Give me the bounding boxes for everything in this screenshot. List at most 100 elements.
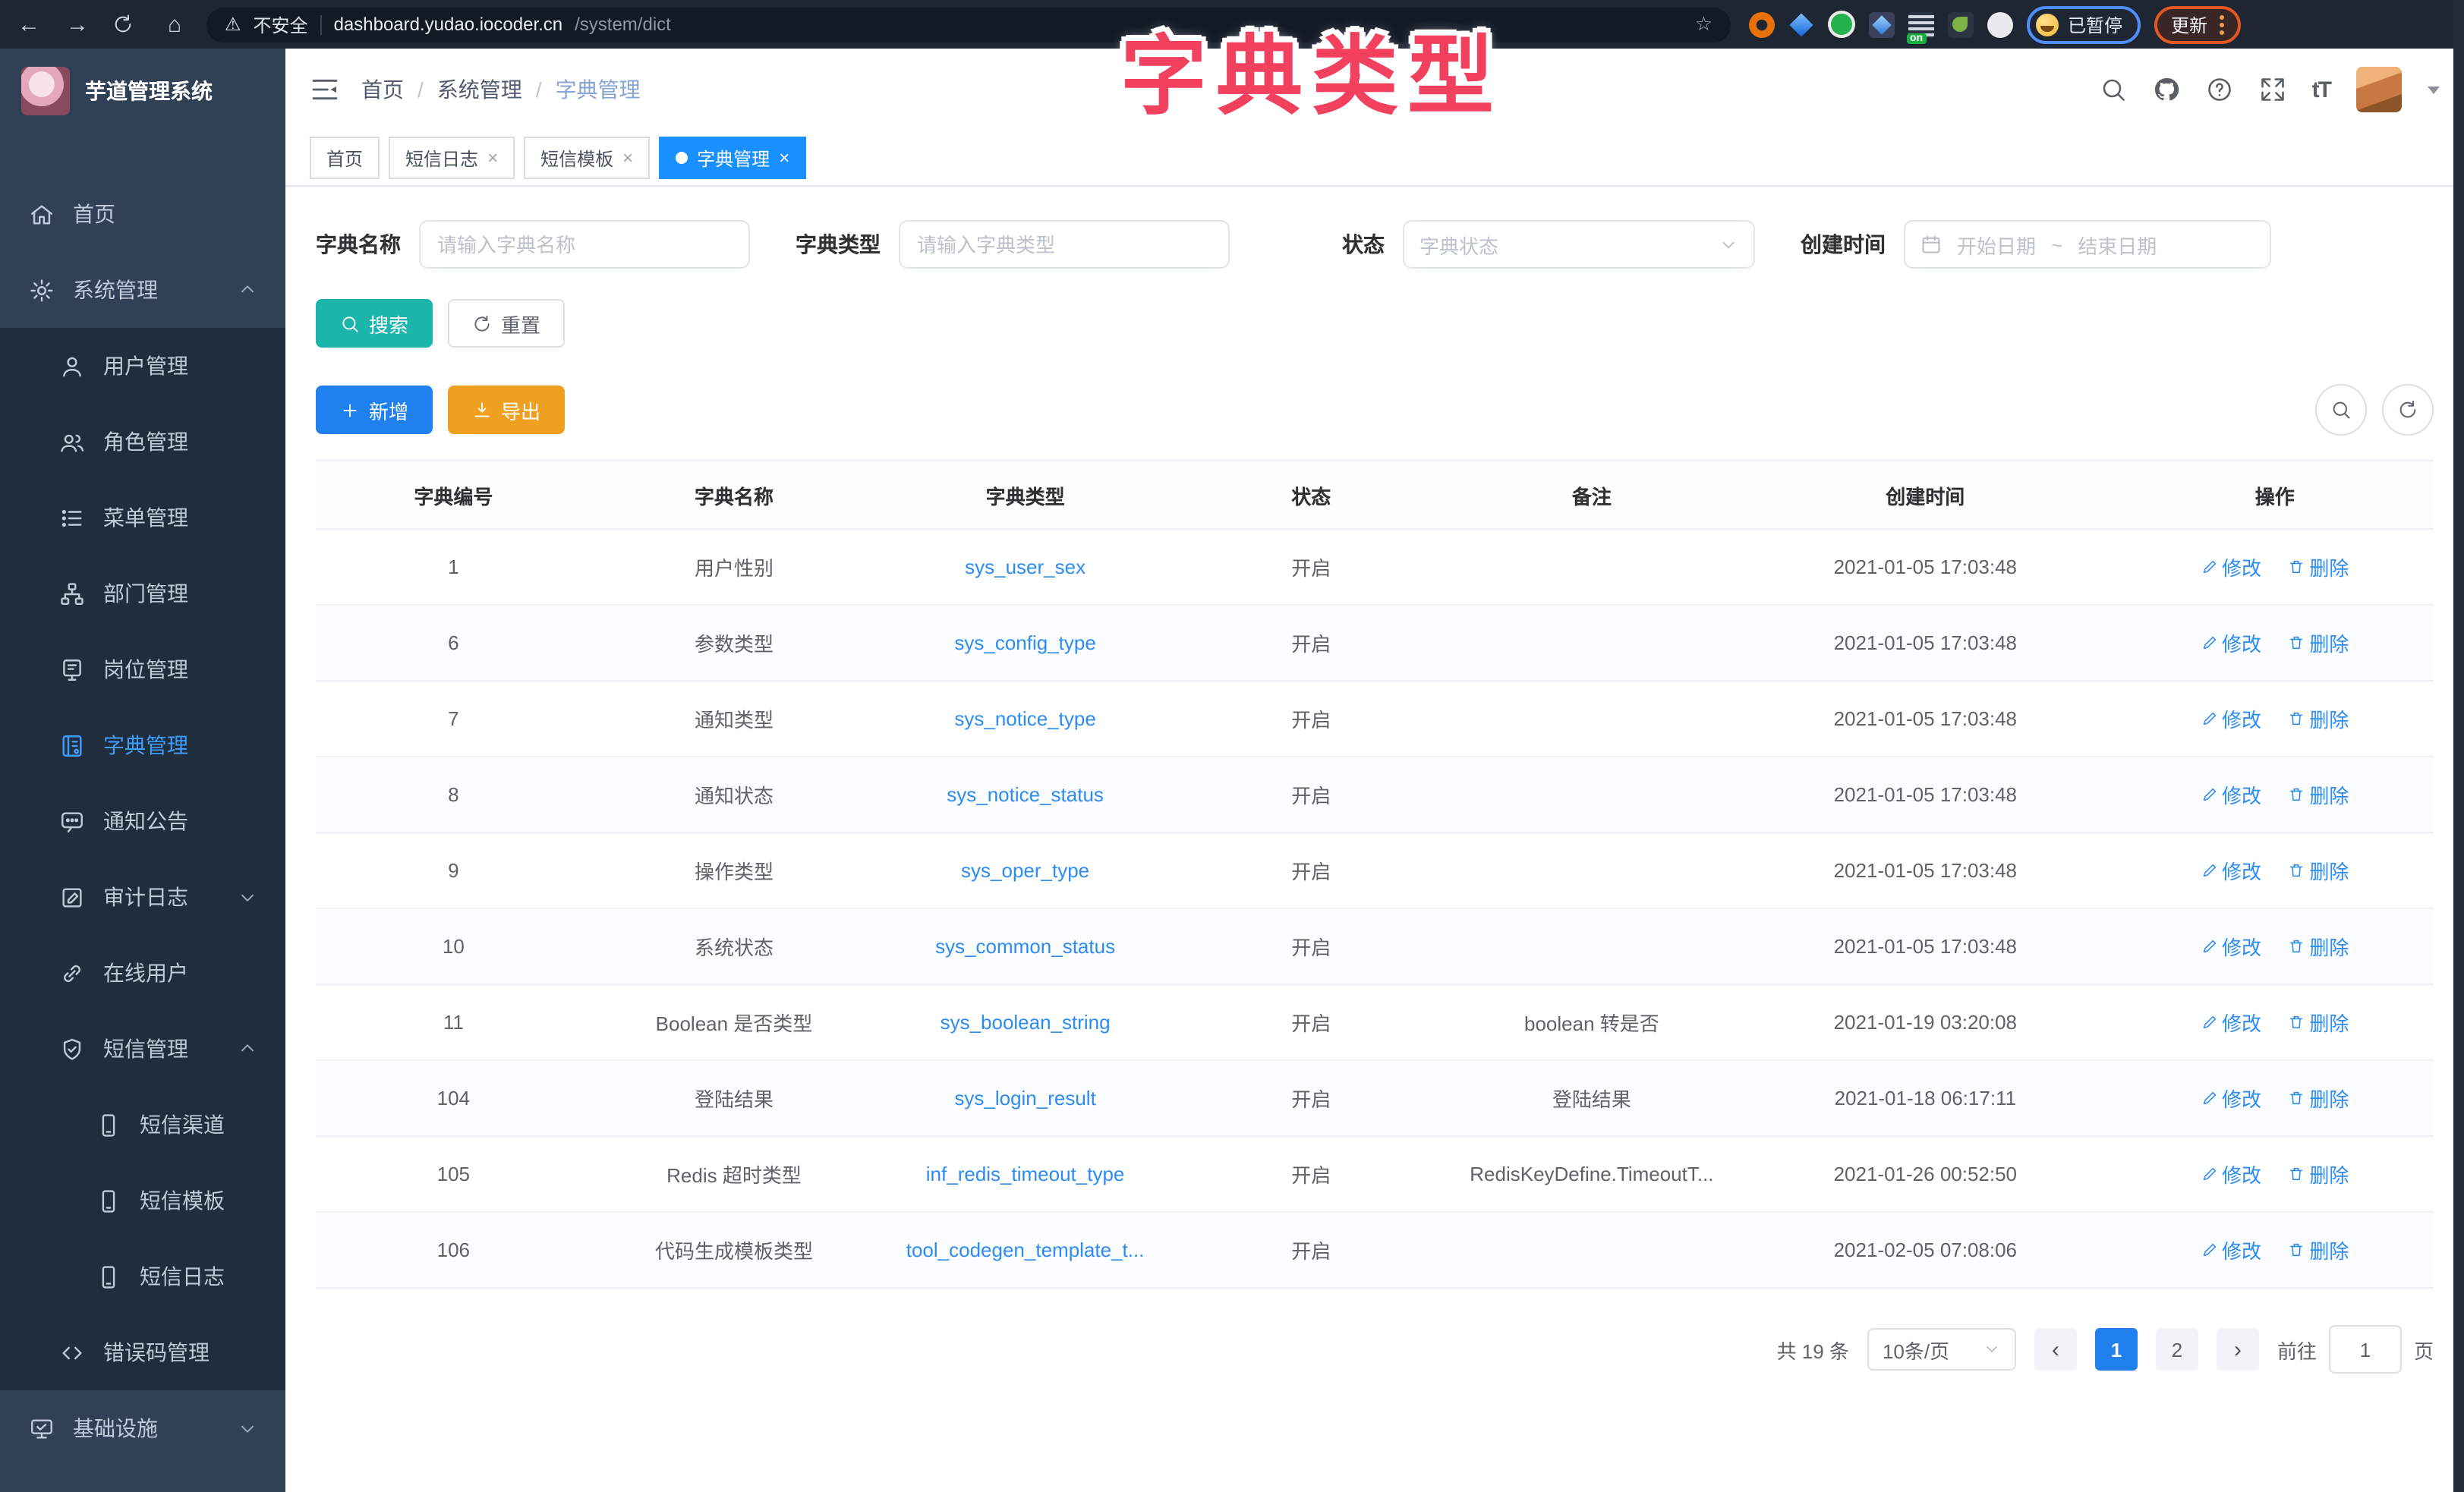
search-button[interactable]: 搜索 — [316, 299, 433, 348]
goto-page-input[interactable] — [2329, 1325, 2402, 1374]
search-icon[interactable] — [2100, 76, 2127, 103]
edit-link[interactable]: 修改 — [2201, 1160, 2261, 1188]
tab-dict-active[interactable]: 字典管理 × — [659, 137, 806, 179]
dict-type-link[interactable]: sys_user_sex — [877, 529, 1174, 605]
delete-link[interactable]: 删除 — [2288, 1084, 2349, 1113]
font-size-icon[interactable]: tT — [2312, 77, 2330, 102]
browser-home-icon[interactable]: ⌂ — [161, 11, 188, 37]
table-row: 104 登陆结果 sys_login_result 开启 登陆结果 2021-0… — [316, 1060, 2434, 1136]
close-icon[interactable]: × — [622, 147, 633, 168]
next-page-button[interactable]: › — [2217, 1328, 2259, 1371]
extension-puzzle-icon[interactable] — [1987, 11, 2013, 37]
edit-link[interactable]: 修改 — [2201, 704, 2261, 733]
sidebar-item-home[interactable]: 首页 — [0, 176, 285, 252]
page-button-1[interactable]: 1 — [2095, 1328, 2138, 1371]
app-logo[interactable]: 芋道管理系统 — [0, 49, 285, 134]
export-button[interactable]: 导出 — [448, 386, 565, 434]
edit-link[interactable]: 修改 — [2201, 780, 2261, 809]
dict-type-link[interactable]: inf_redis_timeout_type — [877, 1136, 1174, 1212]
show-search-toggle-button[interactable] — [2315, 384, 2367, 436]
back-icon[interactable]: ← — [15, 11, 43, 37]
sidebar-item-users[interactable]: 用户管理 — [0, 328, 285, 404]
sidebar-item-sms-channel[interactable]: 短信渠道 — [0, 1087, 285, 1163]
sidebar-item-sms[interactable]: 短信管理 — [0, 1011, 285, 1087]
sidebar-item-posts[interactable]: 岗位管理 — [0, 631, 285, 707]
close-icon[interactable]: × — [487, 147, 498, 168]
delete-link[interactable]: 删除 — [2288, 932, 2349, 961]
caret-down-icon[interactable] — [2428, 86, 2440, 93]
bookmark-star-icon[interactable]: ☆ — [1695, 12, 1713, 36]
sidebar-item-menus[interactable]: 菜单管理 — [0, 480, 285, 556]
sidebar-item-dict[interactable]: 字典管理 — [0, 707, 285, 783]
phone-icon — [94, 1111, 121, 1138]
reload-icon[interactable] — [112, 14, 140, 35]
dict-type-link[interactable]: sys_config_type — [877, 605, 1174, 681]
reset-button[interactable]: 重置 — [448, 299, 565, 348]
delete-link[interactable]: 删除 — [2288, 1235, 2349, 1264]
sidebar-item-sms-template[interactable]: 短信模板 — [0, 1163, 285, 1239]
browser-update-button[interactable]: 更新 — [2154, 5, 2241, 43]
edit-link[interactable]: 修改 — [2201, 1008, 2261, 1037]
breadcrumb-system[interactable]: 系统管理 — [437, 74, 522, 105]
extension-green-circle-icon[interactable] — [1828, 11, 1855, 38]
dict-type-input[interactable] — [899, 220, 1230, 269]
tab-sms-template[interactable]: 短信模板 × — [524, 137, 650, 179]
edit-link[interactable]: 修改 — [2201, 1235, 2261, 1264]
dict-type-link[interactable]: sys_oper_type — [877, 833, 1174, 908]
github-icon[interactable] — [2153, 76, 2180, 103]
dict-type-link[interactable]: sys_notice_type — [877, 681, 1174, 757]
status-select[interactable]: 字典状态 — [1403, 220, 1755, 269]
delete-link[interactable]: 删除 — [2288, 552, 2349, 581]
dict-type-link[interactable]: sys_boolean_string — [877, 984, 1174, 1060]
dict-type-link[interactable]: tool_codegen_template_t... — [877, 1212, 1174, 1288]
edit-link[interactable]: 修改 — [2201, 856, 2261, 885]
extension-list-icon[interactable]: on — [1908, 11, 1934, 37]
sidebar-item-departments[interactable]: 部门管理 — [0, 556, 285, 631]
dict-name-input[interactable] — [419, 220, 750, 269]
forward-icon[interactable]: → — [64, 11, 91, 37]
delete-link[interactable]: 删除 — [2288, 704, 2349, 733]
edit-link[interactable]: 修改 — [2201, 1084, 2261, 1113]
extension-diamond-icon[interactable] — [1869, 11, 1895, 37]
breadcrumb-home[interactable]: 首页 — [361, 74, 404, 105]
delete-link[interactable]: 删除 — [2288, 1008, 2349, 1037]
sidebar-item-audit-log[interactable]: 审计日志 — [0, 859, 285, 935]
delete-link[interactable]: 删除 — [2288, 856, 2349, 885]
browser-menu-icon[interactable] — [2220, 14, 2224, 34]
edit-link[interactable]: 修改 — [2201, 552, 2261, 581]
dict-type-link[interactable]: sys_common_status — [877, 908, 1174, 984]
url-divider — [320, 14, 322, 34]
sidebar-item-system[interactable]: 系统管理 — [0, 252, 285, 328]
sidebar-item-online-users[interactable]: 在线用户 — [0, 935, 285, 1011]
sidebar-item-error-code[interactable]: 错误码管理 — [0, 1314, 285, 1390]
page-button-2[interactable]: 2 — [2156, 1328, 2198, 1371]
collapse-sidebar-icon[interactable] — [310, 74, 340, 105]
tab-home[interactable]: 首页 — [310, 137, 380, 179]
refresh-table-button[interactable] — [2382, 384, 2434, 436]
sidebar-item-notice[interactable]: 通知公告 — [0, 783, 285, 859]
close-icon[interactable]: × — [779, 147, 789, 168]
page-size-select[interactable]: 10条/页 — [1867, 1328, 2016, 1371]
delete-link[interactable]: 删除 — [2288, 1160, 2349, 1188]
sidebar-item-sms-log[interactable]: 短信日志 — [0, 1239, 285, 1314]
dict-type-link[interactable]: sys_login_result — [877, 1060, 1174, 1136]
help-icon[interactable] — [2206, 76, 2233, 103]
delete-link[interactable]: 删除 — [2288, 628, 2349, 657]
edit-link[interactable]: 修改 — [2201, 628, 2261, 657]
extension-donut-icon[interactable] — [1749, 11, 1775, 37]
extension-leaf-icon[interactable] — [1948, 11, 1974, 37]
date-range-picker[interactable]: 开始日期 ~ 结束日期 — [1904, 220, 2271, 269]
fullscreen-icon[interactable] — [2259, 76, 2286, 103]
extension-gem-icon[interactable] — [1788, 11, 1814, 37]
user-avatar[interactable] — [2356, 67, 2402, 112]
edit-link[interactable]: 修改 — [2201, 932, 2261, 961]
sidebar-item-infrastructure[interactable]: 基础设施 — [0, 1390, 285, 1466]
sidebar-item-roles[interactable]: 角色管理 — [0, 404, 285, 480]
add-button[interactable]: 新增 — [316, 386, 433, 434]
paused-extension-pill[interactable]: 已暂停 — [2027, 5, 2141, 43]
dict-type-link[interactable]: sys_notice_status — [877, 757, 1174, 833]
tab-sms-log[interactable]: 短信日志 × — [389, 137, 515, 179]
prev-page-button[interactable]: ‹ — [2034, 1328, 2077, 1371]
scrollbar-strip[interactable] — [2453, 0, 2464, 1492]
delete-link[interactable]: 删除 — [2288, 780, 2349, 809]
